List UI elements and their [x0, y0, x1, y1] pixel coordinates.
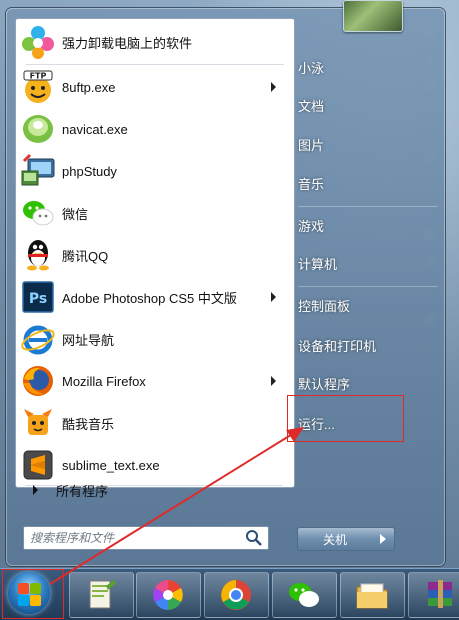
annotation-arrow	[49, 427, 304, 585]
